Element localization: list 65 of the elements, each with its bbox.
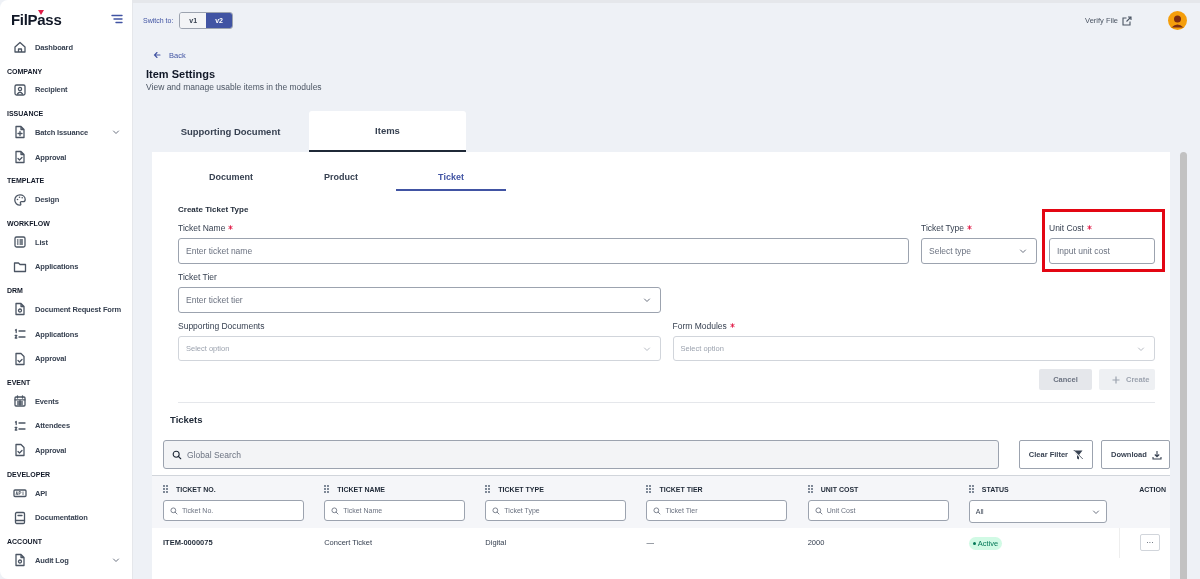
numbered-list-icon [13,418,27,433]
download-icon [1151,449,1162,460]
field-label: Ticket Name [178,223,226,234]
drag-handle-icon [807,485,813,493]
select-field[interactable]: Select type [921,238,1037,264]
document-check-icon [13,443,27,458]
home-icon [13,40,27,55]
sub-tab[interactable]: Document [176,164,286,191]
input-field[interactable]: Input unit cost [1049,238,1155,264]
calendar-icon [13,394,27,409]
sub-tab[interactable]: Product [286,164,396,191]
search-icon [814,506,823,515]
drag-handle-icon [324,485,330,493]
document-check-icon [13,351,27,366]
api-icon [13,486,27,500]
page-title: Item Settings [146,68,217,80]
arrow-left-icon [153,51,161,59]
drag-handle-icon [163,485,168,493]
page-subtitle: View and manage usable items in the modules [146,82,323,92]
external-link-icon [1122,15,1132,26]
chevron-down-icon [1091,507,1100,516]
numbered-list-icon [13,327,27,342]
chevron-down-icon [112,128,120,137]
tab[interactable]: Supporting Document [152,111,309,152]
book-icon [13,510,27,525]
search-icon [170,506,178,515]
document-plus-icon [13,125,27,140]
chevron-down-icon [112,556,120,565]
input-field[interactable]: Enter ticket name [178,238,909,264]
plus-icon [1112,375,1120,384]
avatar[interactable] [1168,11,1187,30]
chevron-down-icon [642,296,651,304]
tab[interactable]: Items [309,111,466,152]
scrollbar[interactable] [1180,152,1187,579]
search-icon [492,506,501,515]
list-icon [13,235,27,250]
drag-handle-icon [646,485,652,493]
chevron-down-icon [1137,344,1145,353]
user-card-icon [13,82,27,97]
folder-icon [13,259,27,274]
palette-icon [13,192,27,207]
field-label: Form Modules [672,321,727,332]
sub-tab[interactable]: Ticket [396,164,506,191]
search-icon [172,449,182,460]
search-icon [331,506,340,515]
section-title: Create Ticket Type [178,205,250,214]
menu-icon[interactable] [111,14,123,24]
section-title: Tickets [169,413,204,427]
logo: FilPass [11,10,62,28]
select-field[interactable]: Enter ticket tier [178,287,661,313]
drag-handle-icon [485,485,491,493]
search-icon [653,506,662,515]
document-search-icon [13,553,27,568]
chevron-down-icon [1019,247,1027,255]
document-search-icon [13,302,27,317]
field-label: Ticket Type [921,223,964,234]
field-label: Ticket Tier [178,272,217,283]
document-check-icon [13,150,27,165]
filter-off-icon [1073,449,1083,460]
logo-mark-icon [38,9,44,15]
chevron-down-icon [642,344,651,353]
field-label: Unit Cost [1049,223,1084,234]
search-field[interactable]: Global Search [163,440,999,469]
field-label: Supporting Documents [178,321,265,332]
drag-handle-icon [968,485,974,493]
